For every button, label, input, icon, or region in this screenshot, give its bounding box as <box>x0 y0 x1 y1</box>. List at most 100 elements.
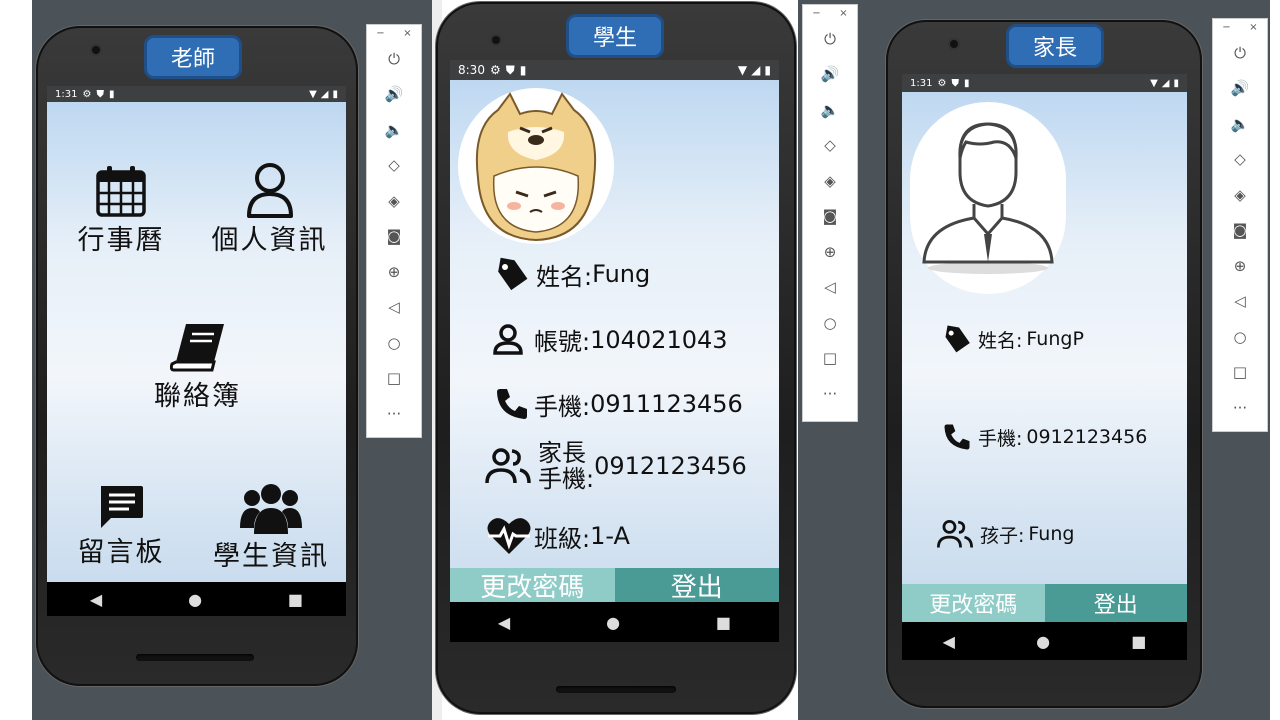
minimize-button[interactable]: − <box>1222 22 1230 33</box>
rotate-right-icon[interactable]: ◈ <box>1234 177 1246 213</box>
rotate-left-icon[interactable]: ◇ <box>388 148 400 184</box>
battery-icon: ▮ <box>764 63 771 77</box>
rotate-left-icon[interactable]: ◇ <box>1234 142 1246 178</box>
teacher-role-label: 老師 <box>144 35 242 79</box>
battery-icon: ▮ <box>1173 77 1179 89</box>
overview-icon[interactable]: □ <box>823 341 837 377</box>
book-icon <box>169 324 224 372</box>
recents-button[interactable]: ■ <box>288 590 303 609</box>
row-value: 104021043 <box>590 325 728 354</box>
more-icon[interactable]: ··· <box>1233 390 1247 426</box>
shiba-avatar <box>458 88 614 244</box>
home-button[interactable]: ● <box>1036 632 1050 651</box>
row-label: 姓名: <box>978 329 1023 352</box>
volume-down-icon[interactable]: 🔈 <box>1231 106 1250 142</box>
home-icon[interactable]: ○ <box>823 305 836 341</box>
row-value: 0911123456 <box>590 390 743 418</box>
nav-bar: ◀ ● ■ <box>450 602 779 642</box>
group-icon <box>240 484 302 534</box>
tile-student-info[interactable]: 學生資訊 <box>197 480 345 573</box>
shield-icon: ⛊ <box>505 62 515 77</box>
row-label: 手機: <box>978 427 1023 450</box>
minimize-button[interactable]: − <box>812 8 820 19</box>
parent-screen: 1:31 ⚙ ⛊ ▮ ▼ ◢ ▮ 姓名: FungP 手機: 091212345… <box>902 74 1187 622</box>
overview-icon[interactable]: □ <box>1233 355 1247 391</box>
zoom-icon[interactable]: ⊕ <box>388 254 401 290</box>
change-password-button[interactable]: 更改密碼 <box>902 584 1045 622</box>
zoom-icon[interactable]: ⊕ <box>1234 248 1247 284</box>
close-button[interactable]: × <box>1249 22 1257 33</box>
tile-calendar-label: 行事曆 <box>77 225 165 256</box>
zoom-icon[interactable]: ⊕ <box>824 234 837 270</box>
tile-calendar[interactable]: 行事曆 <box>65 164 177 257</box>
power-icon[interactable]: ⏻ <box>1234 35 1246 71</box>
person-icon <box>246 163 293 218</box>
back-icon[interactable]: ◁ <box>1234 284 1246 320</box>
recents-button[interactable]: ■ <box>716 613 731 632</box>
home-icon[interactable]: ○ <box>1233 319 1246 355</box>
volume-up-icon[interactable]: 🔊 <box>1231 71 1250 107</box>
row-value: 1-A <box>590 522 630 550</box>
back-icon[interactable]: ◁ <box>388 290 400 326</box>
message-icon <box>101 486 143 528</box>
teacher-screen: 1:31 ⚙ ⛊ ▮ ▼ ◢ ▮ 行事曆 個人資訊 聯絡簿 留言板 學生資訊 ◀… <box>47 86 346 616</box>
close-button[interactable]: × <box>839 8 847 19</box>
front-camera <box>492 36 500 44</box>
more-icon[interactable]: ··· <box>387 396 401 432</box>
recents-button[interactable]: ■ <box>1131 632 1146 651</box>
student-role-label: 學生 <box>566 14 664 58</box>
close-button[interactable]: × <box>403 28 411 39</box>
home-button[interactable]: ● <box>606 613 620 632</box>
nav-bar: ◀ ● ■ <box>902 622 1187 660</box>
logout-button[interactable]: 登出 <box>1044 584 1187 622</box>
back-button[interactable]: ◀ <box>498 613 510 632</box>
shield-icon: ⛊ <box>951 77 959 89</box>
home-button[interactable]: ● <box>188 590 202 609</box>
man-avatar <box>910 102 1066 294</box>
camera-icon[interactable]: ◙ <box>823 199 838 235</box>
logout-button[interactable]: 登出 <box>614 568 779 603</box>
tag-icon <box>498 257 528 291</box>
people-icon <box>485 448 531 484</box>
rotate-right-icon[interactable]: ◈ <box>824 163 836 199</box>
camera-icon[interactable]: ◙ <box>1233 213 1248 249</box>
status-bar: 1:31 ⚙ ⛊ ▮ ▼ ◢ ▮ <box>902 74 1187 92</box>
row-value: FungP <box>1026 328 1084 350</box>
home-icon[interactable]: ○ <box>387 325 400 361</box>
front-camera <box>950 40 958 48</box>
settings-icon: ⚙ <box>489 63 501 77</box>
tile-message-board-label: 留言板 <box>77 537 165 568</box>
info-row-phone: 手機: 0912123456 <box>942 422 1147 452</box>
row-label: 手機: <box>534 392 591 421</box>
parent-role-label: 家長 <box>1006 24 1104 68</box>
info-row-account: 帳號: 104021043 <box>490 322 728 357</box>
volume-up-icon[interactable]: 🔊 <box>385 77 404 113</box>
camera-icon[interactable]: ◙ <box>387 219 402 255</box>
info-row-name: 姓名: Fung <box>494 256 650 292</box>
rotate-right-icon[interactable]: ◈ <box>388 183 400 219</box>
status-time: 1:31 <box>55 88 78 100</box>
volume-down-icon[interactable]: 🔈 <box>385 112 404 148</box>
back-icon[interactable]: ◁ <box>824 270 836 306</box>
student-phone: 8:30 ⚙ ⛊ ▮ ▼ ◢ ▮ 姓名: Fung 帳號: 104021043 … <box>436 2 796 714</box>
tile-personal-info[interactable]: 個人資訊 <box>197 162 342 257</box>
settings-icon: ⚙ <box>937 77 947 89</box>
screenshot: 1:31 ⚙ ⛊ ▮ ▼ ◢ ▮ 行事曆 個人資訊 聯絡簿 留言板 學生資訊 ◀… <box>0 0 1280 720</box>
power-icon[interactable]: ⏻ <box>824 21 836 57</box>
overview-icon[interactable]: □ <box>387 361 401 397</box>
volume-up-icon[interactable]: 🔊 <box>821 57 840 93</box>
back-button[interactable]: ◀ <box>943 632 955 651</box>
tile-message-board[interactable]: 留言板 <box>65 484 177 569</box>
change-password-button[interactable]: 更改密碼 <box>450 568 615 603</box>
tile-contact-book[interactable]: 聯絡簿 <box>135 322 260 413</box>
rotate-left-icon[interactable]: ◇ <box>824 128 836 164</box>
more-icon[interactable]: ··· <box>823 376 837 412</box>
people-icon <box>936 519 974 548</box>
tile-personal-info-label: 個人資訊 <box>211 225 328 256</box>
volume-down-icon[interactable]: 🔈 <box>821 92 840 128</box>
power-icon[interactable]: ⏻ <box>388 41 400 77</box>
back-button[interactable]: ◀ <box>90 590 102 609</box>
minimize-button[interactable]: − <box>376 28 384 39</box>
tile-student-info-label: 學生資訊 <box>213 541 329 572</box>
sdcard-icon: ▮ <box>108 88 115 100</box>
